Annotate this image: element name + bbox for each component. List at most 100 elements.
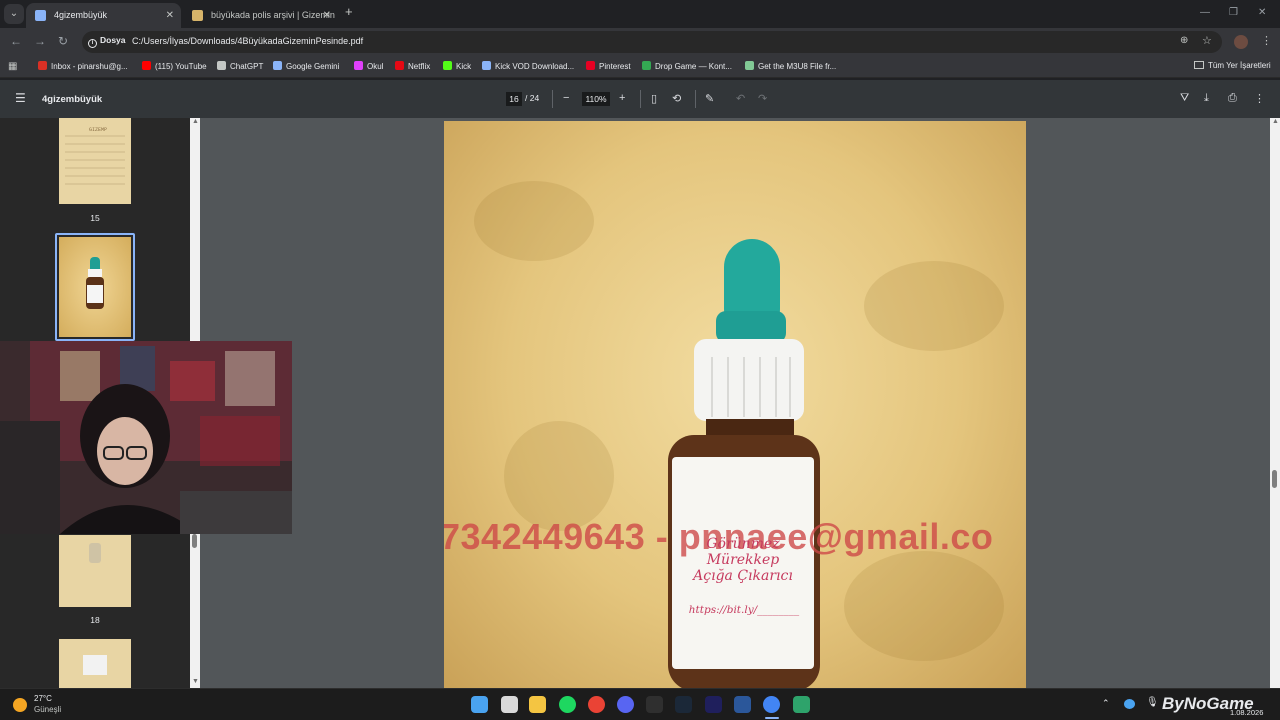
bottle-label-text: Görünmez Mürekkep Açığa Çıkarıcı (672, 536, 814, 584)
task-view-icon[interactable] (501, 696, 518, 713)
weather-temperature: 27°C (34, 694, 52, 703)
steam-icon[interactable] (675, 696, 692, 713)
bookmark-favicon-icon (586, 61, 595, 70)
thumbnail-page-19[interactable] (59, 639, 131, 688)
spotify-icon[interactable] (559, 696, 576, 713)
back-icon[interactable]: ← (10, 34, 22, 48)
file-scheme-chip[interactable]: i Dosya (88, 35, 126, 48)
redo-icon[interactable]: ↷ (758, 92, 767, 105)
save-to-drive-icon[interactable]: ⛛ (1180, 92, 1189, 105)
fit-page-icon[interactable]: ▯ (651, 92, 657, 105)
webcam-overlay (0, 341, 292, 534)
bookmark-item[interactable]: Kick (443, 61, 471, 71)
epic-games-icon[interactable] (646, 696, 663, 713)
annotate-pen-icon[interactable]: ✎ (705, 92, 714, 105)
bookmark-label: Kick (456, 62, 472, 71)
tray-chevron-icon[interactable]: ⌃ (1102, 698, 1110, 709)
bottle-url-text: https://bit.ly/________ (688, 604, 800, 616)
bookmark-item[interactable]: Pinterest (586, 61, 631, 71)
scroll-thumb[interactable] (1272, 470, 1277, 488)
tab-title: 4gizembüyük (54, 10, 108, 20)
app-icon[interactable] (793, 696, 810, 713)
thumbnail-page-18[interactable] (59, 535, 131, 607)
bookmark-item[interactable]: ChatGPT (217, 61, 263, 71)
page-number-input[interactable]: 16 (506, 92, 522, 106)
scroll-thumb[interactable] (192, 534, 197, 548)
bookmark-favicon-icon (142, 61, 151, 70)
close-tab-icon[interactable]: ✕ (323, 3, 331, 28)
zoom-out-icon[interactable]: − (563, 92, 569, 104)
close-window-icon[interactable]: ✕ (1258, 7, 1266, 18)
bookmark-item[interactable]: Get the M3U8 File fr... (745, 61, 836, 71)
close-tab-icon[interactable]: ✕ (166, 3, 174, 28)
pdf-title: 4gizembüyük (42, 94, 103, 105)
dropper-cap-base (716, 311, 786, 343)
word-icon[interactable] (734, 696, 751, 713)
zoom-lens-icon[interactable]: ⊕ (1180, 35, 1188, 46)
discord-icon[interactable] (617, 696, 634, 713)
reload-icon[interactable]: ↻ (58, 34, 68, 48)
minimize-icon[interactable]: — (1200, 7, 1210, 18)
thumbnail-label: 18 (90, 615, 100, 625)
thumb-white-box (83, 655, 107, 675)
onedrive-icon[interactable] (1124, 699, 1135, 709)
browser-menu-icon[interactable]: ⋮ (1261, 34, 1272, 47)
bookmark-item[interactable]: Okul (354, 61, 383, 71)
scroll-down-arrow-icon[interactable]: ▼ (192, 678, 199, 685)
browser-toolbar: ← → ↻ i Dosya C:/Users/İlyas/Downloads/4B… (0, 28, 1280, 56)
bookmark-favicon-icon (217, 61, 226, 70)
microphone-icon[interactable]: 🎙 (1146, 697, 1159, 708)
all-bookmarks-folder[interactable]: Tüm Yer İşaretleri (1194, 61, 1271, 70)
new-tab-icon[interactable]: + (345, 4, 353, 19)
maximize-icon[interactable]: ❐ (1229, 7, 1238, 18)
download-icon[interactable]: ⤓ (1204, 92, 1209, 105)
bookmark-label: Okul (367, 62, 384, 71)
bookmark-label: Netflix (408, 62, 431, 71)
bookmark-item[interactable]: Inbox - pinarshu@g... (38, 61, 128, 71)
bookmark-item[interactable]: (115) YouTube (142, 61, 207, 71)
thumbnail-page-15[interactable]: GIZEMP (59, 118, 131, 204)
scroll-up-arrow-icon[interactable]: ▲ (1272, 118, 1279, 125)
profile-avatar[interactable] (1234, 35, 1248, 49)
bookmark-label: Kick VOD Download... (495, 62, 575, 71)
bookmark-item[interactable]: Google Gemini (273, 61, 339, 71)
undo-icon[interactable]: ↶ (736, 92, 745, 105)
bookmark-item[interactable]: Kick VOD Download... (482, 61, 574, 71)
bookmarks-bar: ▦ Inbox - pinarshu@g... (115) YouTube Chat… (0, 56, 1280, 78)
print-icon[interactable]: ⎙ (1228, 92, 1237, 105)
tab-inactive[interactable]: büyükada polis arşivi | Gizemin ✕ (183, 3, 338, 28)
label-line-1: Görünmez (706, 536, 780, 552)
tab-search-button[interactable]: ⌄ (4, 4, 24, 24)
zoom-in-icon[interactable]: + (619, 92, 625, 104)
bookmark-label: ChatGPT (230, 62, 264, 71)
toolbar-divider (695, 90, 696, 108)
sun-weather-icon[interactable] (13, 698, 27, 712)
toolbar-divider (640, 90, 641, 108)
thumbnail-image (59, 237, 131, 337)
file-explorer-icon[interactable] (529, 696, 546, 713)
thumbnail-page-16-selected[interactable] (55, 233, 135, 341)
more-options-icon[interactable]: ⋮ (1254, 92, 1265, 105)
main-scrollbar[interactable]: ▲ (1270, 118, 1280, 688)
bookmark-label: Get the M3U8 File fr... (758, 62, 837, 71)
chrome-active-icon[interactable] (763, 696, 780, 713)
bookmark-star-icon[interactable]: ☆ (1202, 34, 1212, 47)
tab-active[interactable]: 4gizembüyük ✕ (26, 3, 181, 28)
zoom-input[interactable]: 110% (582, 92, 610, 106)
apps-grid-icon[interactable]: ▦ (8, 61, 17, 72)
rotate-icon[interactable]: ⟲ (672, 92, 681, 105)
bookmark-item[interactable]: Drop Game — Kont... (642, 61, 732, 71)
forward-icon[interactable]: → (34, 34, 46, 48)
info-icon: i (88, 39, 97, 48)
start-windows-icon[interactable] (471, 696, 488, 713)
after-effects-icon[interactable] (705, 696, 722, 713)
hamburger-menu-icon[interactable]: ☰ (15, 91, 26, 105)
scroll-up-arrow-icon[interactable]: ▲ (192, 118, 199, 125)
bookmark-label: Drop Game — Kont... (655, 62, 732, 71)
bookmark-item[interactable]: Netflix (395, 61, 430, 71)
address-bar[interactable]: i Dosya C:/Users/İlyas/Downloads/4Büyükad… (82, 31, 1222, 53)
streamer-camera-feed (0, 341, 292, 534)
chrome-icon[interactable] (588, 696, 605, 713)
total-pages: / 24 (525, 93, 540, 103)
bookmark-favicon-icon (745, 61, 754, 70)
